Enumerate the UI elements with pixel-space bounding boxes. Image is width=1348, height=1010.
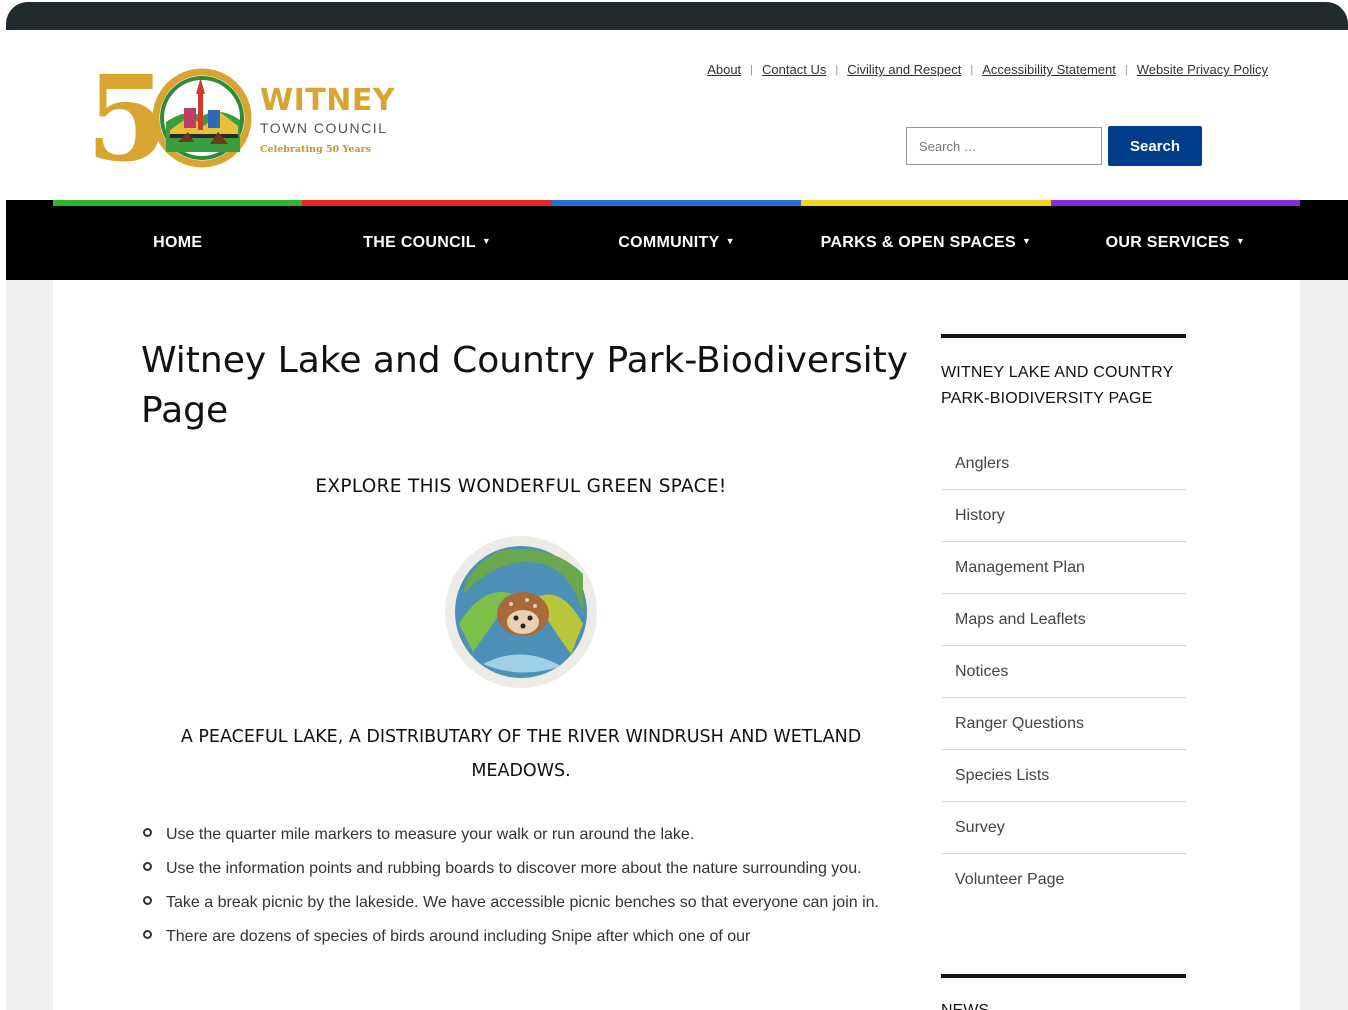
logo-tagline: Celebrating 50 Years — [260, 144, 371, 155]
link-separator: | — [835, 63, 839, 76]
link-separator: | — [750, 63, 754, 76]
link-accessibility-statement[interactable]: Accessibility Statement — [982, 62, 1116, 77]
sidebar-item-management-plan[interactable]: Management Plan — [941, 542, 1186, 594]
logo-50-emblem: 5 — [86, 49, 252, 188]
logo-wordmark: WITNEY TOWN COUNCIL Celebrating 50 Years — [260, 83, 396, 156]
sidebar-heading: WITNEY LAKE AND COUNTRY PARK-BIODIVERSIT… — [941, 364, 1174, 407]
sidebar-menu: Anglers History Management Plan Maps and… — [941, 438, 1186, 906]
nav-item-our-services[interactable]: OUR SERVICES ▼ — [1051, 206, 1300, 280]
list-item-text: Use the information points and rubbing b… — [166, 860, 862, 877]
bullet-icon — [143, 828, 152, 837]
chevron-down-icon: ▼ — [725, 236, 735, 246]
link-separator: | — [1124, 63, 1128, 76]
chevron-down-icon: ▼ — [1022, 236, 1032, 246]
sidebar-item-survey[interactable]: Survey — [941, 802, 1186, 854]
hedgehog-illustration — [445, 536, 597, 688]
nav-item-community[interactable]: COMMUNITY ▼ — [552, 206, 801, 280]
bullet-icon — [143, 930, 152, 939]
nav-item-home[interactable]: HOME — [53, 206, 302, 280]
nav-item-label: HOME — [153, 234, 203, 251]
main-nav: HOME THE COUNCIL ▼ COMMUNITY ▼ PARKS & O… — [6, 200, 1348, 280]
nav-item-label: COMMUNITY — [618, 234, 720, 251]
sidebar-item-ranger-questions[interactable]: Ranger Questions — [941, 698, 1186, 750]
nav-item-label: THE COUNCIL — [363, 234, 476, 251]
sidebar-divider — [941, 334, 1186, 338]
list-item: Use the quarter mile markers to measure … — [141, 820, 891, 849]
sidebar-item-anglers[interactable]: Anglers — [941, 438, 1186, 490]
nav-item-label: OUR SERVICES — [1105, 234, 1230, 251]
link-contact-us[interactable]: Contact Us — [762, 62, 826, 77]
bullet-icon — [143, 896, 152, 905]
site-logo[interactable]: 5 WITNEY TOWN COUNCIL Celebrating 50 Yea… — [86, 49, 416, 188]
link-about[interactable]: About — [707, 62, 741, 77]
bullet-icon — [143, 862, 152, 871]
chevron-down-icon: ▼ — [481, 236, 492, 246]
sidebar-item-notices[interactable]: Notices — [941, 646, 1186, 698]
page-content: Witney Lake and Country Park-Biodiversit… — [53, 280, 1300, 1010]
sidebar-item-species-lists[interactable]: Species Lists — [941, 750, 1186, 802]
nav-item-parks-open-spaces[interactable]: PARKS & OPEN SPACES ▼ — [801, 206, 1050, 280]
link-website-privacy-policy[interactable]: Website Privacy Policy — [1137, 62, 1268, 77]
sidebar: WITNEY LAKE AND COUNTRY PARK-BIODIVERSIT… — [941, 334, 1186, 1010]
site-header: 5 WITNEY TOWN COUNCIL Celebrating 50 Yea… — [6, 30, 1348, 200]
top-links: About | Contact Us | Civility and Respec… — [707, 62, 1268, 77]
nav-item-the-council[interactable]: THE COUNCIL ▼ — [302, 206, 551, 280]
search-input[interactable] — [906, 127, 1102, 165]
logo-subtitle: TOWN COUNCIL — [260, 120, 388, 136]
peaceful-lake-heading: A PEACEFUL LAKE, A DISTRIBUTARY OF THE R… — [180, 727, 862, 781]
search-button[interactable]: Search — [1108, 126, 1202, 166]
list-item-text: Take a break picnic by the lakeside. We … — [166, 894, 879, 911]
window-top-bar — [6, 2, 1348, 30]
search-form: Search — [906, 126, 1202, 166]
nav-item-label: PARKS & OPEN SPACES — [820, 234, 1016, 251]
list-item-text: Use the quarter mile markers to measure … — [166, 826, 695, 843]
sidebar-divider — [941, 974, 1186, 978]
sidebar-item-volunteer-page[interactable]: Volunteer Page — [941, 854, 1186, 906]
explore-heading: EXPLORE THIS WONDERFUL GREEN SPACE! — [315, 476, 727, 497]
chevron-down-icon: ▼ — [1235, 236, 1246, 246]
feature-list: Use the quarter mile markers to measure … — [141, 820, 891, 956]
page-title: Witney Lake and Country Park-Biodiversit… — [141, 340, 909, 431]
news-heading: NEWS — [941, 1002, 1186, 1010]
browser-frame: 5 WITNEY TOWN COUNCIL Celebrating 50 Yea… — [6, 2, 1348, 1010]
list-item: Use the information points and rubbing b… — [141, 854, 891, 883]
link-separator: | — [970, 63, 974, 76]
list-item: There are dozens of species of birds aro… — [141, 922, 891, 951]
link-civility-and-respect[interactable]: Civility and Respect — [847, 62, 961, 77]
logo-title: WITNEY — [260, 83, 396, 118]
list-item-text: There are dozens of species of birds aro… — [166, 928, 751, 945]
list-item: Take a break picnic by the lakeside. We … — [141, 888, 891, 917]
sidebar-item-history[interactable]: History — [941, 490, 1186, 542]
sidebar-item-maps-and-leaflets[interactable]: Maps and Leaflets — [941, 594, 1186, 646]
